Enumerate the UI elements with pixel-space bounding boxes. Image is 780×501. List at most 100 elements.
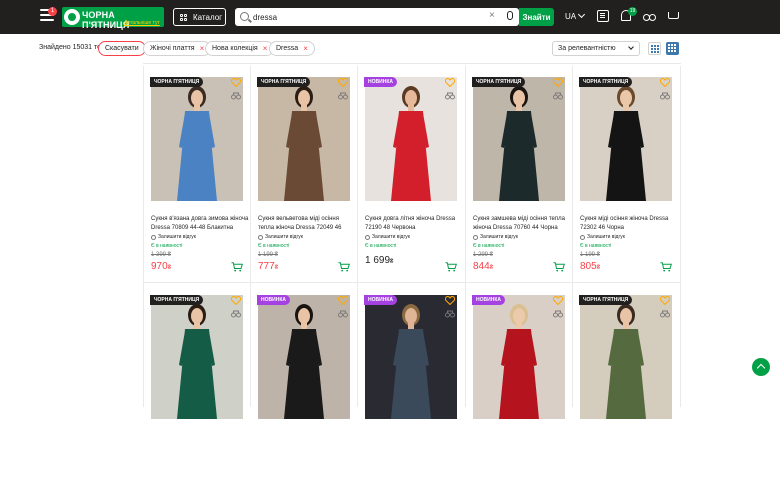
clear-icon[interactable]: × xyxy=(489,10,495,21)
heart-icon[interactable] xyxy=(445,296,455,305)
compare-icon[interactable] xyxy=(338,310,348,318)
old-price: 1 199 ₴ xyxy=(580,252,601,258)
currency: ₴ xyxy=(167,265,172,271)
heart-icon[interactable] xyxy=(660,296,670,305)
heart-icon[interactable] xyxy=(338,296,348,305)
leave-review-link[interactable]: Залишити відгук xyxy=(258,234,303,240)
product-image[interactable] xyxy=(365,77,457,201)
product-card[interactable]: НОВИНКА xyxy=(465,285,572,501)
product-card[interactable]: ЧОРНА П'ЯТНИЦЯ Сукня замшева міді осіння … xyxy=(465,67,572,283)
logo[interactable]: ЧОРНА П'ЯТНИЦЯ Детальніше тут xyxy=(62,7,164,30)
product-card[interactable]: ЧОРНА П'ЯТНИЦЯ Сукня міді осіння жіноча D… xyxy=(572,67,679,283)
product-image[interactable] xyxy=(258,77,350,201)
product-card[interactable]: ЧОРНА П'ЯТНИЦЯ xyxy=(572,285,679,501)
add-to-cart-icon[interactable] xyxy=(660,262,672,272)
search-button[interactable]: Знайти xyxy=(519,8,554,26)
product-price: 777₴ xyxy=(258,261,278,272)
product-badge: НОВИНКА xyxy=(364,295,397,305)
compare-icon[interactable] xyxy=(338,92,348,100)
compare-icon[interactable] xyxy=(553,310,563,318)
heart-icon[interactable] xyxy=(553,78,563,87)
language-selector[interactable]: UA xyxy=(565,12,576,21)
compare-icon[interactable] xyxy=(553,92,563,100)
heart-icon[interactable] xyxy=(231,78,241,87)
heart-icon[interactable] xyxy=(231,296,241,305)
heart-icon[interactable] xyxy=(553,296,563,305)
product-badge: ЧОРНА П'ЯТНИЦЯ xyxy=(472,77,526,87)
compare-icon[interactable] xyxy=(643,10,656,22)
compare-icon[interactable] xyxy=(231,92,241,100)
leave-review-link[interactable]: Залишити відгук xyxy=(580,234,625,240)
product-card[interactable]: ЧОРНА П'ЯТНИЦЯ xyxy=(143,285,250,501)
product-card[interactable]: НОВИНКА Сукня довга літня жіноча Dressa 7… xyxy=(357,67,464,283)
grid-divider xyxy=(143,63,681,64)
close-icon[interactable]: × xyxy=(303,44,308,53)
notifications-badge: 19 xyxy=(628,7,637,16)
small-tiles-view-button[interactable] xyxy=(648,42,661,55)
reset-filters-button[interactable]: Скасувати xyxy=(98,41,146,56)
product-image[interactable] xyxy=(473,77,565,201)
compare-icon[interactable] xyxy=(660,310,670,318)
compare-icon[interactable] xyxy=(445,310,455,318)
leave-review-link[interactable]: Залишити відгук xyxy=(151,234,196,240)
product-card[interactable]: ЧОРНА П'ЯТНИЦЯ Сукня вельветова міді осін… xyxy=(250,67,357,283)
catalog-label: Каталог xyxy=(193,12,223,22)
orders-icon[interactable] xyxy=(597,10,609,22)
currency: ₴ xyxy=(390,259,394,265)
stock-status: Є в наявності xyxy=(151,243,183,249)
compare-icon[interactable] xyxy=(445,92,455,100)
logo-subtitle-link[interactable]: Детальніше тут xyxy=(124,20,160,26)
price-value: 805 xyxy=(580,261,597,272)
product-image[interactable] xyxy=(580,295,672,419)
review-label: Залишити відгук xyxy=(158,234,196,240)
filter-chip[interactable]: Нова колекція × xyxy=(205,41,275,56)
menu-badge: 1 xyxy=(48,7,57,16)
filter-chip[interactable]: Dressa × xyxy=(269,41,315,56)
review-label: Залишити відгук xyxy=(372,234,410,240)
product-image[interactable] xyxy=(473,295,565,419)
add-to-cart-icon[interactable] xyxy=(338,262,350,272)
product-badge: ЧОРНА П'ЯТНИЦЯ xyxy=(257,77,311,87)
heart-icon[interactable] xyxy=(660,78,670,87)
product-image[interactable] xyxy=(151,77,243,201)
search-input[interactable] xyxy=(253,10,473,24)
compare-icon[interactable] xyxy=(660,92,670,100)
product-card[interactable]: НОВИНКА xyxy=(250,285,357,501)
price-value: 844 xyxy=(473,261,490,272)
leave-review-link[interactable]: Залишити відгук xyxy=(473,234,518,240)
add-to-cart-icon[interactable] xyxy=(445,262,457,272)
product-badge: ЧОРНА П'ЯТНИЦЯ xyxy=(150,295,204,305)
product-title[interactable]: Сукня міді осіння жіноча Dressa 72302 46… xyxy=(580,215,678,233)
product-image[interactable] xyxy=(580,77,672,201)
add-to-cart-icon[interactable] xyxy=(231,262,243,272)
heart-icon[interactable] xyxy=(338,78,348,87)
product-title[interactable]: Сукня замшева міді осіння тепла жіноча D… xyxy=(473,215,571,233)
review-icon xyxy=(580,234,585,240)
microphone-icon[interactable] xyxy=(507,11,513,20)
compare-icon[interactable] xyxy=(231,310,241,318)
reset-label: Скасувати xyxy=(105,45,139,52)
leave-review-link[interactable]: Залишити відгук xyxy=(365,234,410,240)
price-value: 777 xyxy=(258,261,275,272)
filter-chip[interactable]: Жіночі плаття × xyxy=(143,41,212,56)
close-icon[interactable]: × xyxy=(200,44,205,53)
large-tiles-view-button[interactable] xyxy=(666,42,679,55)
product-title[interactable]: Сукня в'язана довга зимова жіноча Dressa… xyxy=(151,215,249,233)
close-icon[interactable]: × xyxy=(263,44,268,53)
scroll-to-top-button[interactable] xyxy=(752,358,770,376)
sort-select[interactable]: За релевантністю xyxy=(552,41,640,56)
product-image[interactable] xyxy=(365,295,457,419)
currency: ₴ xyxy=(489,265,494,271)
product-image[interactable] xyxy=(258,295,350,419)
review-icon xyxy=(473,234,478,240)
catalog-button[interactable]: Каталог xyxy=(173,8,226,26)
add-to-cart-icon[interactable] xyxy=(553,262,565,272)
review-icon xyxy=(151,234,156,240)
product-card[interactable]: ЧОРНА П'ЯТНИЦЯ Сукня в'язана довга зимова… xyxy=(143,67,250,283)
product-title[interactable]: Сукня довга літня жіноча Dressa 72190 48… xyxy=(365,215,463,233)
product-card[interactable]: НОВИНКА xyxy=(357,285,464,501)
cart-icon[interactable] xyxy=(667,10,679,22)
product-title[interactable]: Сукня вельветова міді осіння тепла жіноч… xyxy=(258,215,356,233)
heart-icon[interactable] xyxy=(445,78,455,87)
product-image[interactable] xyxy=(151,295,243,419)
